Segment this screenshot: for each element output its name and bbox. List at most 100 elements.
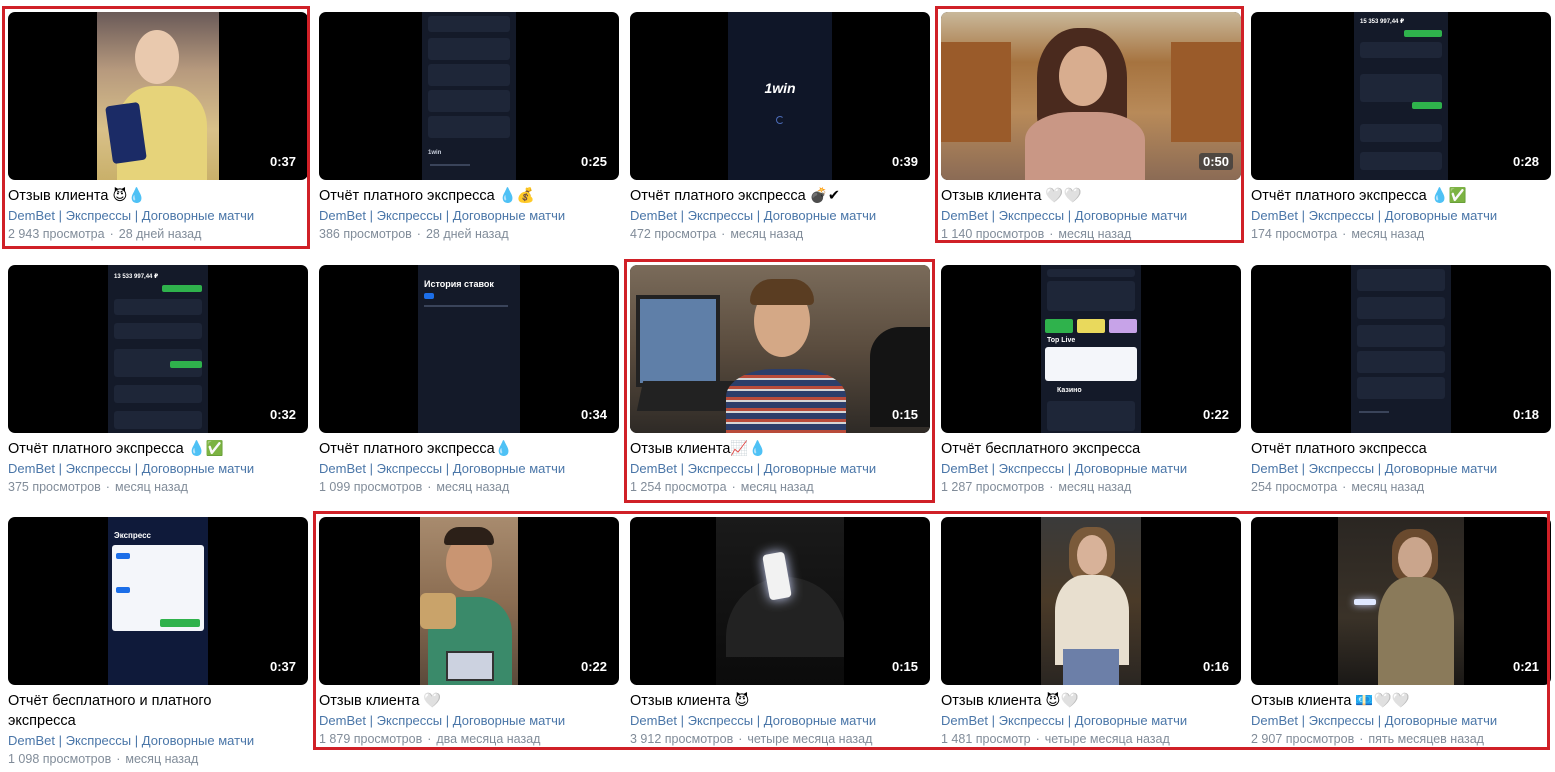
tag-fixed-matches[interactable]: Договорные матчи <box>1075 461 1187 476</box>
video-thumbnail[interactable]: 0:37 <box>8 12 308 180</box>
tag-expresses[interactable]: Экспрессы <box>1309 208 1375 223</box>
video-card[interactable]: 0:50 Отзыв клиента 🤍🤍 DemBet | Экспрессы… <box>941 12 1241 243</box>
tag-fixed-matches[interactable]: Договорные матчи <box>1385 208 1497 223</box>
tag-dembet[interactable]: DemBet <box>941 208 988 223</box>
video-title[interactable]: Отзыв клиента 😈 <box>630 691 930 711</box>
tag-dembet[interactable]: DemBet <box>319 208 366 223</box>
video-card[interactable]: Экспресс 0:37 Отчёт бесплатного и платно… <box>8 517 308 768</box>
video-thumbnail[interactable]: 1win 0:25 <box>319 12 619 180</box>
video-title[interactable]: Отзыв клиента📈💧 <box>630 439 930 459</box>
tag-fixed-matches[interactable]: Договорные матчи <box>764 208 876 223</box>
tag-dembet[interactable]: DemBet <box>941 713 988 728</box>
tag-expresses[interactable]: Экспрессы <box>66 733 132 748</box>
video-thumbnail[interactable]: 0:21 <box>1251 517 1551 685</box>
tag-dembet[interactable]: DemBet <box>8 208 55 223</box>
video-title[interactable]: Отзыв клиента 😈🤍 <box>941 691 1241 711</box>
tag-expresses[interactable]: Экспрессы <box>377 461 443 476</box>
tag-fixed-matches[interactable]: Договорные матчи <box>453 208 565 223</box>
video-title[interactable]: Отзыв клиента 🤍 <box>319 691 619 711</box>
video-card[interactable]: 0:15 Отзыв клиента📈💧 DemBet | Экспрессы … <box>630 265 930 496</box>
tag-fixed-matches[interactable]: Договорные матчи <box>142 461 254 476</box>
tag-fixed-matches[interactable]: Договорные матчи <box>1075 713 1187 728</box>
tag-expresses[interactable]: Экспрессы <box>377 713 443 728</box>
video-title[interactable]: Отзыв клиента 🤍🤍 <box>941 186 1241 206</box>
video-title[interactable]: Отчёт бесплатного и платного экспресса <box>8 691 248 731</box>
video-thumbnail[interactable]: 0:18 <box>1251 265 1551 433</box>
video-title[interactable]: Отчёт платного экспресса 💧✅ <box>8 439 308 459</box>
tag-fixed-matches[interactable]: Договорные матчи <box>1385 713 1497 728</box>
video-duration: 0:50 <box>1198 153 1233 170</box>
video-title[interactable]: Отчёт платного экспресса 💧💰 <box>319 186 619 206</box>
tag-expresses[interactable]: Экспрессы <box>999 713 1065 728</box>
video-card[interactable]: Top Live Казино 0:22 Отчёт бесплатного э… <box>941 265 1241 496</box>
tag-dembet[interactable]: DemBet <box>319 713 366 728</box>
video-duration: 0:15 <box>891 407 918 422</box>
video-tags: DemBet | Экспрессы | Договорные матчи <box>8 208 255 223</box>
video-thumbnail[interactable]: 0:15 <box>630 517 930 685</box>
video-card[interactable]: 0:15 Отзыв клиента 😈 DemBet | Экспрессы … <box>630 517 930 748</box>
view-count: 3 912 просмотров <box>630 732 734 746</box>
video-card[interactable]: 0:18 Отчёт платного экспресса DemBet | Э… <box>1251 265 1551 496</box>
tag-expresses[interactable]: Экспрессы <box>999 208 1065 223</box>
video-thumbnail[interactable]: Top Live Казино 0:22 <box>941 265 1241 433</box>
video-card[interactable]: История ставок 0:34 Отчёт платного экспр… <box>319 265 619 496</box>
video-tags: DemBet | Экспрессы | Договорные матчи <box>319 208 566 223</box>
video-thumbnail[interactable]: 0:50 <box>941 12 1241 180</box>
tag-expresses[interactable]: Экспрессы <box>688 208 754 223</box>
tag-expresses[interactable]: Экспрессы <box>1309 713 1375 728</box>
tag-expresses[interactable]: Экспрессы <box>66 461 132 476</box>
video-title[interactable]: Отзыв клиента 💶🤍🤍 <box>1251 691 1551 711</box>
tag-fixed-matches[interactable]: Договорные матчи <box>1385 461 1497 476</box>
video-card[interactable]: 0:16 Отзыв клиента 😈🤍 DemBet | Экспрессы… <box>941 517 1241 748</box>
view-count: 174 просмотра <box>1251 227 1338 241</box>
tag-expresses[interactable]: Экспрессы <box>688 461 754 476</box>
upload-age: месяц назад <box>436 480 510 494</box>
video-card[interactable]: 0:22 Отзыв клиента 🤍 DemBet | Экспрессы … <box>319 517 619 748</box>
tag-expresses[interactable]: Экспрессы <box>1309 461 1375 476</box>
tag-dembet[interactable]: DemBet <box>630 461 677 476</box>
video-card[interactable]: 15 353 997,44 ₽ 0:28 Отчёт платного эксп… <box>1251 12 1551 243</box>
tag-fixed-matches[interactable]: Договорные матчи <box>142 208 254 223</box>
video-title[interactable]: Отчёт платного экспресса 💣✔ <box>630 186 930 206</box>
tag-fixed-matches[interactable]: Договорные матчи <box>764 461 876 476</box>
video-title[interactable]: Отчёт бесплатного экспресса <box>941 439 1241 459</box>
video-thumbnail[interactable]: Экспресс 0:37 <box>8 517 308 685</box>
tag-dembet[interactable]: DemBet <box>8 733 55 748</box>
video-card[interactable]: 1win 0:39 Отчёт платного экспресса 💣✔ De… <box>630 12 930 243</box>
tag-dembet[interactable]: DemBet <box>319 461 366 476</box>
video-thumbnail[interactable]: 1win 0:39 <box>630 12 930 180</box>
video-tags: DemBet | Экспрессы | Договорные матчи <box>941 208 1188 223</box>
video-thumbnail[interactable]: 0:22 <box>319 517 619 685</box>
tag-fixed-matches[interactable]: Договорные матчи <box>1075 208 1187 223</box>
video-thumbnail[interactable]: 15 353 997,44 ₽ 0:28 <box>1251 12 1551 180</box>
video-title[interactable]: Отчёт платного экспресса <box>1251 439 1551 459</box>
tag-dembet[interactable]: DemBet <box>8 461 55 476</box>
tag-dembet[interactable]: DemBet <box>1251 461 1298 476</box>
video-title[interactable]: Отчёт платного экспресса 💧✅ <box>1251 186 1551 206</box>
tag-fixed-matches[interactable]: Договорные матчи <box>142 733 254 748</box>
video-card[interactable]: 0:37 Отзыв клиента 😈💧 DemBet | Экспрессы… <box>8 12 308 243</box>
video-duration: 0:37 <box>269 659 296 674</box>
tag-expresses[interactable]: Экспрессы <box>688 713 754 728</box>
tag-expresses[interactable]: Экспрессы <box>66 208 132 223</box>
tag-expresses[interactable]: Экспрессы <box>377 208 443 223</box>
tag-dembet[interactable]: DemBet <box>630 713 677 728</box>
video-title[interactable]: Отзыв клиента 😈💧 <box>8 186 308 206</box>
tag-dembet[interactable]: DemBet <box>1251 208 1298 223</box>
tag-fixed-matches[interactable]: Договорные матчи <box>453 461 565 476</box>
tag-expresses[interactable]: Экспрессы <box>999 461 1065 476</box>
tag-dembet[interactable]: DemBet <box>630 208 677 223</box>
tag-fixed-matches[interactable]: Договорные матчи <box>764 713 876 728</box>
tag-fixed-matches[interactable]: Договорные матчи <box>453 713 565 728</box>
tag-dembet[interactable]: DemBet <box>941 461 988 476</box>
video-thumbnail[interactable]: 0:16 <box>941 517 1241 685</box>
tag-dembet[interactable]: DemBet <box>1251 713 1298 728</box>
video-title[interactable]: Отчёт платного экспресса💧 <box>319 439 619 459</box>
video-card[interactable]: 1win 0:25 Отчёт платного экспресса 💧💰 De… <box>319 12 619 243</box>
video-thumbnail[interactable]: 0:15 <box>630 265 930 433</box>
video-card[interactable]: 13 533 997,44 ₽ 0:32 Отчёт платного эксп… <box>8 265 308 496</box>
video-card[interactable]: 0:21 Отзыв клиента 💶🤍🤍 DemBet | Экспресс… <box>1251 517 1551 748</box>
video-thumbnail[interactable]: История ставок 0:34 <box>319 265 619 433</box>
video-thumbnail[interactable]: 13 533 997,44 ₽ 0:32 <box>8 265 308 433</box>
video-tags: DemBet | Экспрессы | Договорные матчи <box>941 713 1188 728</box>
